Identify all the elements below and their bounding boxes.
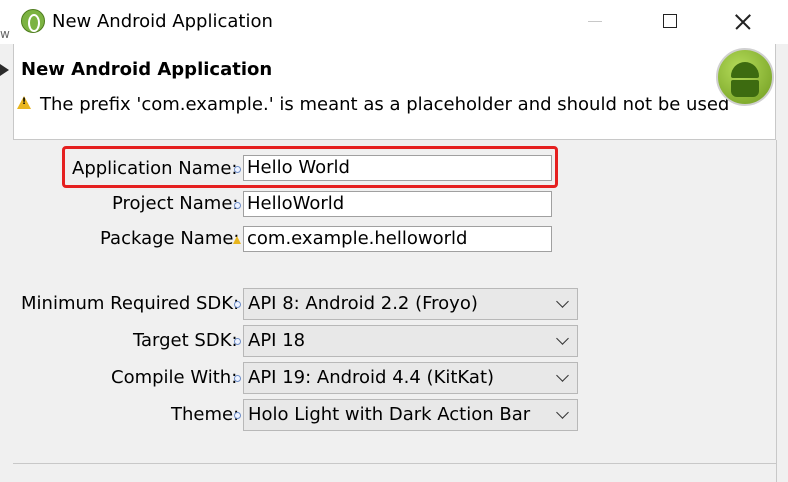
package-name-label: Package Name: bbox=[100, 228, 240, 249]
info-decoration-icon bbox=[234, 338, 241, 345]
minimize-button[interactable] bbox=[580, 10, 610, 34]
chevron-down-icon bbox=[556, 369, 569, 382]
package-name-field[interactable]: com.example.helloworld bbox=[243, 226, 552, 252]
info-decoration-icon bbox=[234, 412, 241, 419]
banner-warning-message: The prefix 'com.example.' is meant as a … bbox=[40, 94, 730, 115]
content-right-border bbox=[776, 140, 777, 482]
compile-with-label: Compile With: bbox=[111, 367, 238, 388]
info-decoration-icon bbox=[234, 375, 241, 382]
bottom-separator bbox=[13, 463, 776, 464]
target-sdk-select[interactable]: API 18 bbox=[243, 325, 578, 357]
target-sdk-value: API 18 bbox=[248, 330, 306, 351]
info-decoration-icon bbox=[234, 202, 241, 209]
project-name-field[interactable]: HelloWorld bbox=[243, 191, 552, 217]
minimum-sdk-value: API 8: Android 2.2 (Froyo) bbox=[248, 293, 478, 314]
banner-title: New Android Application bbox=[21, 59, 273, 80]
highlight-box bbox=[62, 146, 558, 188]
window-title: New Android Application bbox=[52, 11, 273, 32]
banner-arrow-icon bbox=[0, 64, 9, 76]
target-sdk-label: Target SDK: bbox=[133, 330, 238, 351]
compile-with-value: API 19: Android 4.4 (KitKat) bbox=[248, 367, 495, 388]
android-robot-body bbox=[731, 80, 759, 97]
theme-label: Theme: bbox=[171, 404, 240, 425]
chevron-down-icon bbox=[556, 295, 569, 308]
chevron-down-icon bbox=[556, 332, 569, 345]
info-decoration-icon bbox=[234, 301, 241, 308]
warning-icon bbox=[17, 96, 31, 109]
theme-value: Holo Light with Dark Action Bar bbox=[248, 404, 531, 425]
project-name-label: Project Name: bbox=[112, 193, 239, 214]
theme-select[interactable]: Holo Light with Dark Action Bar bbox=[243, 399, 578, 431]
minimum-sdk-select[interactable]: API 8: Android 2.2 (Froyo) bbox=[243, 288, 578, 320]
close-button[interactable] bbox=[727, 10, 757, 34]
adt-app-icon bbox=[21, 9, 45, 33]
maximize-button[interactable] bbox=[655, 10, 685, 34]
compile-with-select[interactable]: API 19: Android 4.4 (KitKat) bbox=[243, 362, 578, 394]
chevron-down-icon bbox=[556, 406, 569, 419]
background-window-edge-text: w bbox=[0, 27, 10, 41]
warning-decoration-icon bbox=[233, 236, 241, 244]
minimum-sdk-label: Minimum Required SDK: bbox=[21, 293, 240, 314]
